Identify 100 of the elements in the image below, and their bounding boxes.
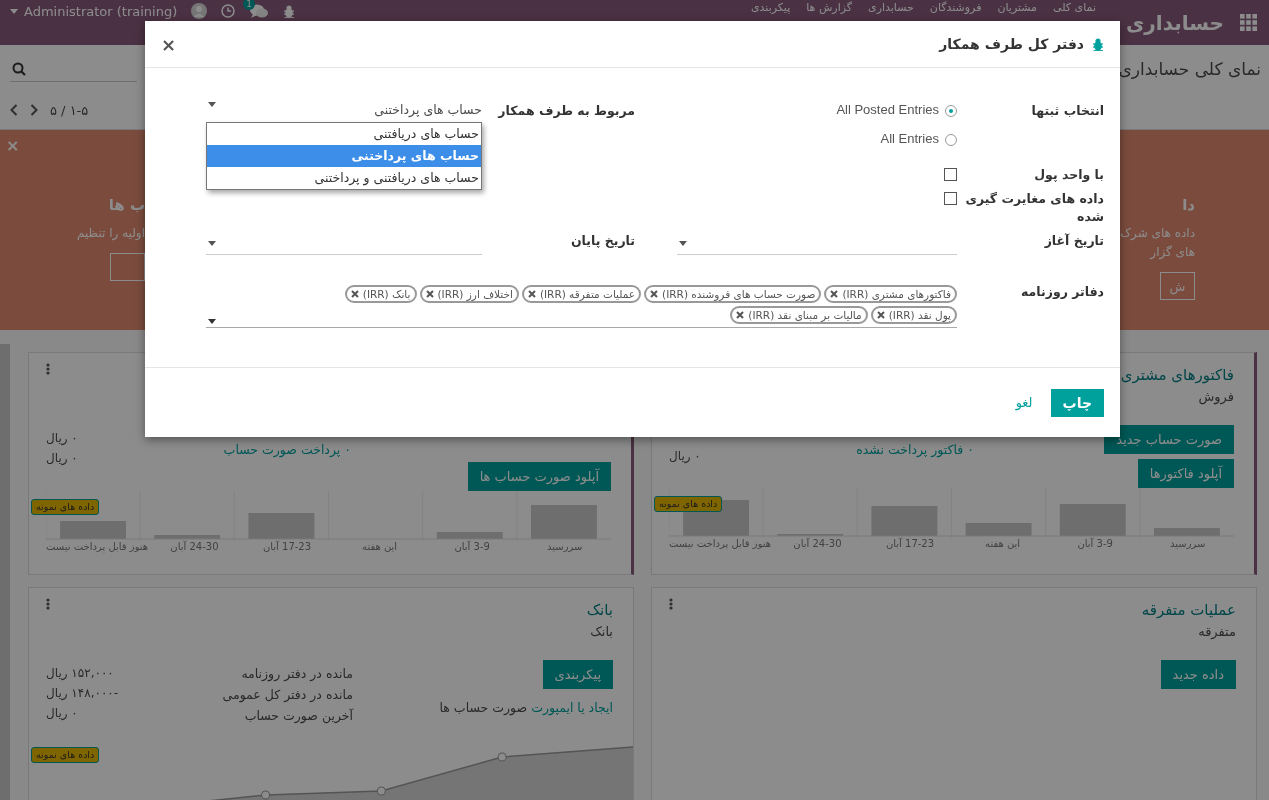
checkbox[interactable] <box>944 192 957 205</box>
field-label: تاریخ آغاز <box>1043 232 1104 250</box>
checkbox[interactable] <box>944 168 957 181</box>
menu-item[interactable]: نمای کلی <box>1053 1 1096 15</box>
dropdown-option[interactable]: حساب های دریافتنی و پرداختنی <box>207 167 481 189</box>
card-title[interactable]: بانک <box>586 598 613 622</box>
sample-data-badge: داده های نمونه <box>654 496 723 512</box>
chart-bar <box>1153 528 1220 536</box>
step-button[interactable]: ش <box>1160 272 1195 300</box>
amount-text: ۰ ریال <box>46 430 78 447</box>
remove-icon[interactable] <box>830 290 839 298</box>
journal-tag: فاکتورهای مشتری (IRR) <box>824 285 957 303</box>
chat-icon[interactable] <box>249 3 270 19</box>
sample-data-badge: داده های نمونه <box>31 499 100 515</box>
menu-item[interactable]: مشتریان <box>997 1 1037 15</box>
remove-icon[interactable] <box>736 311 745 319</box>
step-text: اولیه را تنظیم <box>77 225 145 243</box>
import-hint: ایجاد یا ایمپورت صورت حساب ها <box>439 700 613 715</box>
chart-bar <box>436 532 503 539</box>
chart-point <box>376 786 386 796</box>
amount-text: ۰ ریال <box>46 450 78 467</box>
journal-tag: صورت حساب های فروشنده (IRR) <box>644 285 822 303</box>
axis-label: سررسید <box>546 541 584 552</box>
field-label: داده های مغایرت گیری شده <box>964 190 1104 226</box>
axis-label: هنوز قابل پرداخت نیست <box>669 538 772 549</box>
field-label: دفاتر روزنامه <box>1020 283 1104 301</box>
amount-text: -۱۴۸,۰۰۰ ریال <box>46 685 119 702</box>
summary-link[interactable]: ۰ پرداخت صورت حساب <box>223 441 351 459</box>
journal-tag: بانک (IRR) <box>344 285 417 303</box>
remove-icon[interactable] <box>876 311 885 319</box>
journal-tag: عملیات متفرقه (IRR) <box>521 285 642 303</box>
caret-icon <box>679 240 687 246</box>
journal-tag: پول نقد (IRR) <box>870 306 957 324</box>
action-button[interactable]: پیکربندی <box>542 660 613 689</box>
step-text: های گزار <box>1150 244 1195 262</box>
amount-text: ۱۵۲,۰۰۰ ریال <box>46 665 114 682</box>
kebab-menu-icon[interactable] <box>669 598 673 610</box>
action-button[interactable]: آپلود صورت حساب ها <box>467 462 611 491</box>
print-button[interactable]: چاپ <box>1050 388 1104 417</box>
close-button[interactable]: × <box>6 136 20 155</box>
step-button[interactable] <box>110 253 145 281</box>
step-title: دا <box>1182 196 1195 214</box>
axis-label: 17-23 آبان <box>884 538 936 549</box>
menu-item[interactable]: گزارش ها <box>806 1 852 15</box>
remove-icon[interactable] <box>425 290 434 298</box>
close-button[interactable]: × <box>161 33 177 55</box>
action-button[interactable]: صورت حساب جدید <box>1104 425 1234 454</box>
avatar-icon[interactable] <box>191 3 208 19</box>
menu-item[interactable]: حسابداری <box>868 1 914 15</box>
chevron-left-icon[interactable] <box>10 104 18 116</box>
kebab-menu-icon[interactable] <box>46 598 50 610</box>
summary-link[interactable]: ۰ فاکتور پرداخت نشده <box>856 441 974 459</box>
axis-label: سررسید <box>1169 538 1207 549</box>
cancel-button[interactable]: لغو <box>1015 395 1033 410</box>
bug-icon[interactable] <box>283 4 296 18</box>
chart-bar <box>530 505 597 539</box>
menu-item[interactable]: فروشندگان <box>929 1 982 15</box>
remove-icon[interactable] <box>350 290 359 298</box>
step-title: ب ها <box>108 196 145 214</box>
card-title[interactable]: عملیات متفرقه <box>1141 598 1236 622</box>
card-subtitle: بانک <box>590 623 613 641</box>
pager-text: ۱-۵ / ۵ <box>50 102 89 118</box>
card-subtitle: فروش <box>1198 388 1234 407</box>
stat-label: مانده در دفتر کل عمومی <box>222 686 353 704</box>
amount-text: ۰ ریال <box>669 448 701 465</box>
chart-bar <box>871 506 938 536</box>
axis-label: 24-30 آبان <box>169 541 220 552</box>
chart-bar <box>248 513 315 539</box>
bug-icon <box>1092 37 1104 51</box>
journal-tag: اختلاف ارز (IRR) <box>419 285 519 303</box>
field-label: با واحد پول <box>1033 166 1104 184</box>
remove-icon[interactable] <box>650 290 659 298</box>
chart-bar <box>1059 504 1126 536</box>
action-button[interactable]: داده جدید <box>1160 660 1236 689</box>
remove-icon[interactable] <box>527 290 536 298</box>
import-link[interactable]: ایجاد یا ایمپورت <box>531 700 613 715</box>
axis-label: 3-9 آبان <box>453 541 491 552</box>
card-title[interactable]: فاکتورهای مشتری <box>1120 363 1234 387</box>
caret-icon <box>208 319 216 324</box>
caret-icon <box>208 240 216 246</box>
stat-label: آخرین صورت حساب <box>244 707 353 725</box>
caret-icon <box>10 8 18 14</box>
user-menu[interactable]: Administrator (training) <box>10 3 178 19</box>
menu-item[interactable]: پیکربندی <box>750 1 791 15</box>
axis-label: 24-30 آبان <box>792 538 843 549</box>
kebab-menu-icon[interactable] <box>46 363 50 375</box>
field-label: انتخاب ثبتها <box>1030 102 1104 120</box>
clock-icon[interactable] <box>221 4 236 18</box>
field-label: تاریخ پایان <box>569 232 635 250</box>
stat-label: مانده در دفتر روزنامه <box>241 665 353 683</box>
chevron-right-icon[interactable] <box>30 104 38 116</box>
dropdown-option[interactable]: حساب های پرداختنی <box>207 145 481 167</box>
action-button[interactable]: آپلود فاکتورها <box>1137 459 1234 488</box>
tags-field[interactable]: فاکتورهای مشتری (IRR) صورت حساب های فروشنده (IRR) عملیات متفرقه (IRR) اختلاف ارز (IRR) بانک (IRR) پول نقد (IRR) مالیات بر مبنای نقد (IRR) <box>206 283 957 328</box>
apps-menu-icon[interactable] <box>1240 14 1257 31</box>
field-label: مربوط به طرف همکار <box>496 102 635 120</box>
axis-label: این هفته <box>361 541 399 552</box>
dialog-title: دفتر کل طرف همکار <box>939 36 1084 52</box>
dropdown-option[interactable]: حساب های دریافتنی <box>207 123 481 145</box>
scrollbar[interactable] <box>0 344 10 800</box>
